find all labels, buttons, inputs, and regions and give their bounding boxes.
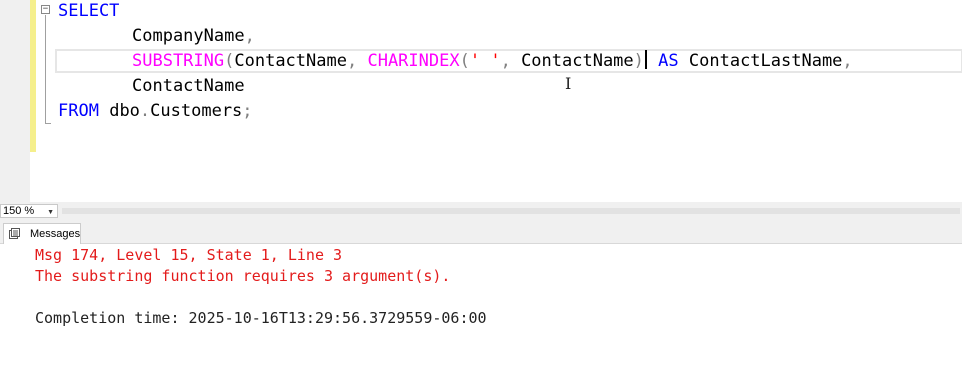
error-message-line-2: The substring function requires 3 argume… [35, 267, 451, 285]
schema-name: dbo [109, 101, 140, 121]
paren-open: ( [459, 51, 470, 71]
zoom-dropdown[interactable]: 150 % ▼ [0, 204, 58, 218]
paren-close: ) [633, 51, 644, 71]
error-message-line-1: Msg 174, Level 15, State 1, Line 3 [35, 246, 343, 264]
query-editor[interactable]: − SELECT CompanyName, SUBSTRING(ContactN… [0, 0, 962, 202]
column-companyname: CompanyName [132, 26, 245, 46]
arg-contactname: ContactName [521, 51, 634, 71]
editor-status-row: 150 % ▼ [0, 202, 962, 219]
messages-icon [9, 228, 20, 239]
completion-time: Completion time: 2025-10-16T13:29:56.372… [35, 309, 487, 327]
paren-open: ( [224, 51, 235, 71]
table-name: Customers [150, 101, 243, 121]
from-keyword: FROM [58, 101, 99, 121]
code-line-1[interactable]: SELECT [58, 0, 119, 24]
results-tab-strip: Messages [0, 219, 962, 244]
comma: , [842, 51, 853, 71]
chevron-down-icon[interactable]: ▼ [47, 207, 54, 219]
code-line-4[interactable]: ContactName [132, 74, 245, 99]
comma: , [346, 51, 358, 71]
column-alias: ContactLastName [688, 51, 843, 71]
zoom-value: 150 % [3, 205, 35, 217]
ibeam-cursor-icon: I [565, 74, 572, 93]
column-contactname: ContactName [132, 76, 245, 96]
collapse-region-icon[interactable]: − [41, 5, 50, 14]
as-keyword: AS [658, 51, 679, 71]
select-keyword: SELECT [58, 1, 120, 21]
tab-messages[interactable]: Messages [3, 223, 81, 244]
editor-margin [0, 0, 30, 202]
arg-contactname: ContactName [234, 51, 347, 71]
change-tracking-bar [30, 0, 36, 152]
outline-line-end [45, 123, 51, 124]
code-line-3[interactable]: SUBSTRING(ContactName, CHARINDEX(' ', Co… [132, 49, 853, 74]
comma: , [500, 51, 511, 71]
code-line-2[interactable]: CompanyName, [132, 24, 255, 49]
comma: , [244, 26, 255, 46]
charindex-function: CHARINDEX [367, 51, 460, 71]
string-literal: ' ' [469, 51, 501, 71]
horizontal-scrollbar[interactable] [62, 208, 960, 214]
outline-line [45, 15, 46, 124]
dot: . [139, 101, 151, 121]
results-pane: Messages Msg 174, Level 15, State 1, Lin… [0, 219, 962, 389]
semicolon: ; [242, 101, 253, 121]
code-line-5[interactable]: FROM dbo.Customers; [58, 99, 253, 124]
tab-messages-label: Messages [30, 228, 81, 240]
substring-function: SUBSTRING [132, 51, 225, 71]
text-caret [644, 50, 647, 69]
